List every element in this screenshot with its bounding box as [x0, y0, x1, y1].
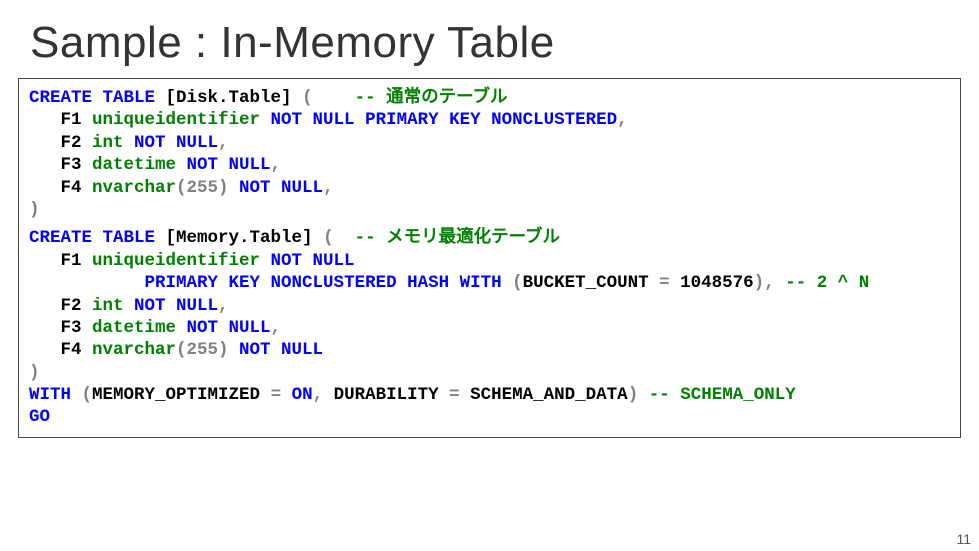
code-line: CREATE TABLE [Memory.Table] ( -- メモリ最適化テ…	[29, 227, 950, 249]
code-line: F4 nvarchar(255) NOT NULL	[29, 339, 950, 361]
code-line: )	[29, 199, 950, 221]
code-line: WITH (MEMORY_OPTIMIZED = ON, DURABILITY …	[29, 384, 950, 406]
code-line: GO	[29, 406, 950, 428]
size: (255)	[176, 340, 229, 360]
paren: (	[323, 228, 355, 248]
code-box: CREATE TABLE [Disk.Table] ( -- 通常のテーブル F…	[18, 78, 961, 438]
col-name: F1	[29, 110, 92, 130]
comma: ,	[271, 318, 282, 338]
indent	[29, 273, 145, 293]
col-type: uniqueidentifier	[92, 110, 260, 130]
paren: (	[302, 88, 355, 108]
col-type: nvarchar	[92, 178, 176, 198]
comma: ,	[218, 296, 229, 316]
comment: -- SCHEMA_ONLY	[649, 385, 796, 405]
eq: =	[439, 385, 471, 405]
sep: ,	[313, 385, 334, 405]
paren-close: )	[29, 200, 40, 220]
keyword-create: CREATE TABLE	[29, 228, 155, 248]
opt-key: MEMORY_OPTIMIZED	[92, 385, 260, 405]
comma: ,	[323, 178, 334, 198]
col-opts: NOT NULL	[229, 340, 324, 360]
col-opts: NOT NULL	[176, 318, 271, 338]
opt-key: DURABILITY	[334, 385, 439, 405]
comma: ,	[218, 133, 229, 153]
col-name: F2	[29, 296, 92, 316]
paren-close: )	[29, 363, 40, 383]
bucket-val: 1048576	[680, 273, 754, 293]
paren: )	[754, 273, 765, 293]
code-line: F1 uniqueidentifier NOT NULL PRIMARY KEY…	[29, 109, 950, 131]
comma: ,	[617, 110, 628, 130]
eq: =	[649, 273, 681, 293]
col-name: F4	[29, 340, 92, 360]
col-opts: NOT NULL	[176, 155, 271, 175]
opt-val: ON	[292, 385, 313, 405]
comma: ,	[764, 273, 785, 293]
comma: ,	[271, 155, 282, 175]
opt-val: SCHEMA_AND_DATA	[470, 385, 628, 405]
col-type: int	[92, 296, 124, 316]
code-line: F4 nvarchar(255) NOT NULL,	[29, 177, 950, 199]
table-name: [Memory.Table]	[155, 228, 323, 248]
code-line: F2 int NOT NULL,	[29, 132, 950, 154]
code-line: PRIMARY KEY NONCLUSTERED HASH WITH (BUCK…	[29, 272, 950, 294]
go-kw: GO	[29, 407, 50, 427]
pk-clause: PRIMARY KEY NONCLUSTERED HASH WITH	[145, 273, 513, 293]
code-line: F3 datetime NOT NULL,	[29, 317, 950, 339]
code-line: F1 uniqueidentifier NOT NULL	[29, 250, 950, 272]
col-name: F3	[29, 318, 92, 338]
comment: -- メモリ最適化テーブル	[355, 228, 560, 248]
bucket-key: BUCKET_COUNT	[523, 273, 649, 293]
eq: =	[260, 385, 292, 405]
col-opts: NOT NULL	[124, 296, 219, 316]
code-line: F3 datetime NOT NULL,	[29, 154, 950, 176]
col-name: F1	[29, 251, 92, 271]
code-line: F2 int NOT NULL,	[29, 295, 950, 317]
keyword-create: CREATE TABLE	[29, 88, 155, 108]
with-kw: WITH	[29, 385, 82, 405]
paren: )	[628, 385, 649, 405]
col-type: uniqueidentifier	[92, 251, 260, 271]
col-type: datetime	[92, 318, 176, 338]
paren: (	[82, 385, 93, 405]
col-opts: NOT NULL	[229, 178, 324, 198]
col-type: nvarchar	[92, 340, 176, 360]
col-opts: NOT NULL	[260, 251, 355, 271]
slide-title: Sample : In-Memory Table	[0, 0, 979, 78]
col-name: F3	[29, 155, 92, 175]
col-opts: NOT NULL PRIMARY KEY NONCLUSTERED	[260, 110, 617, 130]
col-opts: NOT NULL	[124, 133, 219, 153]
col-type: int	[92, 133, 124, 153]
col-name: F2	[29, 133, 92, 153]
paren: (	[512, 273, 523, 293]
code-line: )	[29, 362, 950, 384]
comment: -- 通常のテーブル	[355, 88, 508, 108]
code-line: CREATE TABLE [Disk.Table] ( -- 通常のテーブル	[29, 87, 950, 109]
col-name: F4	[29, 178, 92, 198]
col-type: datetime	[92, 155, 176, 175]
page-number: 11	[956, 531, 971, 547]
comment: -- 2 ^ N	[785, 273, 869, 293]
size: (255)	[176, 178, 229, 198]
table-name: [Disk.Table]	[155, 88, 302, 108]
